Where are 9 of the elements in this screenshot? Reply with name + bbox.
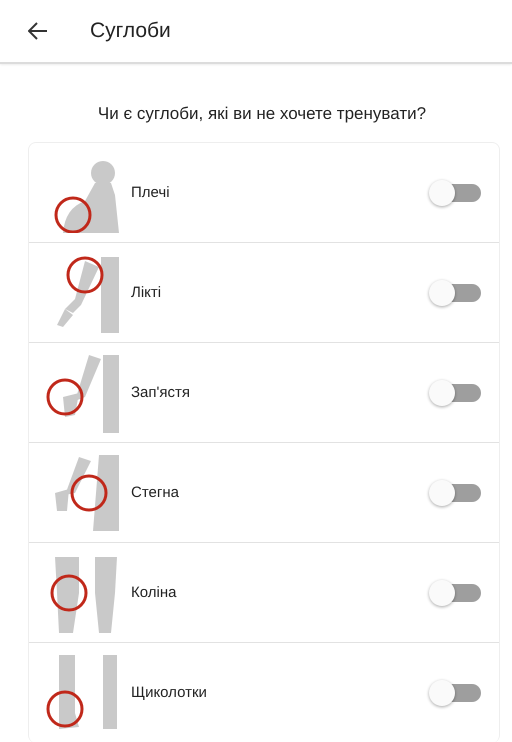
back-arrow-icon xyxy=(28,22,48,40)
joint-label: Коліна xyxy=(131,584,178,601)
joint-label: Зап'ястя xyxy=(131,384,192,401)
joint-label: Щиколотки xyxy=(131,684,208,701)
joint-label: Плечі xyxy=(131,184,171,201)
question-text: Чи є суглоби, які ви не хочете тренувати? xyxy=(96,104,428,124)
page-title: Суглоби xyxy=(90,19,171,43)
joint-label: Стегна xyxy=(131,484,180,501)
joint-label: Лікті xyxy=(131,284,162,301)
